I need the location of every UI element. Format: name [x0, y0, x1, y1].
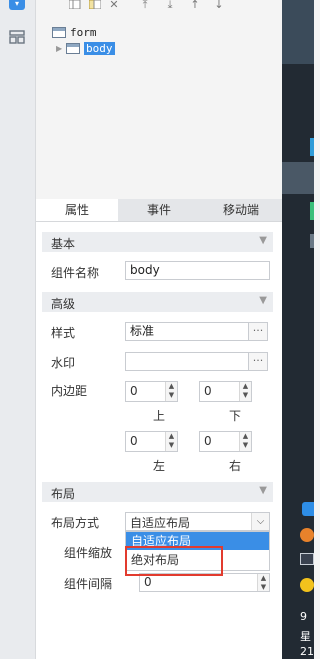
layout-icon[interactable] — [9, 29, 25, 45]
spin-up-icon[interactable]: ▲ — [240, 432, 251, 441]
component-zoom-label: 组件缩放 — [64, 546, 113, 560]
move-down-icon[interactable]: ↓ — [212, 0, 226, 10]
layout-mode-select[interactable]: 自适应布局 ⌵ — [125, 512, 270, 531]
toolbar: ✕ ⤒ ⤓ ↑ ↓ — [36, 0, 282, 14]
section-title: 布局 — [51, 487, 76, 501]
chevron-down-icon: ▼ — [259, 485, 267, 496]
tray-app-icon[interactable] — [302, 502, 314, 516]
padding-right-caption: 右 — [229, 459, 242, 473]
move-top-icon[interactable]: ⤒ — [138, 0, 152, 10]
highlight-annotation-box — [125, 546, 223, 576]
padding-top-value: 0 — [130, 384, 138, 398]
spin-down-icon[interactable]: ▼ — [258, 583, 269, 592]
tree-node-form[interactable]: form — [52, 24, 97, 40]
move-up-icon[interactable]: ↑ — [188, 0, 202, 10]
watermark-label: 水印 — [51, 356, 76, 370]
tab-properties[interactable]: 属性 — [36, 199, 118, 221]
panel-tabs: 属性 事件 移动端 — [36, 199, 282, 222]
taskbar-app-tile[interactable] — [282, 0, 314, 64]
padding-label: 内边距 — [51, 384, 88, 398]
delete-icon[interactable]: ✕ — [107, 0, 121, 10]
component-spacing-value: 0 — [144, 575, 152, 589]
clock-date: 21 — [300, 645, 314, 658]
spin-down-icon[interactable]: ▼ — [240, 441, 251, 450]
layout-mode-label: 布局方式 — [51, 516, 100, 530]
tray-app-icon[interactable] — [300, 578, 314, 592]
taskbar-accent-icon — [310, 138, 314, 156]
section-basic[interactable]: 基本 ▼ — [42, 232, 273, 252]
style-field[interactable]: 标准 — [125, 322, 249, 341]
tab-mobile[interactable]: 移动端 — [200, 199, 282, 221]
clock-time[interactable]: 9 — [300, 610, 314, 623]
padding-top-caption: 上 — [153, 409, 166, 423]
component-name-label: 组件名称 — [51, 266, 100, 280]
padding-bottom-value: 0 — [204, 384, 212, 398]
clock-weekday: 星 — [300, 630, 311, 643]
spin-up-icon[interactable]: ▲ — [258, 574, 269, 583]
property-list: 基本 ▼ 组件名称 body 高级 ▼ 样式 标准 ··· 水印 ··· 内边距… — [36, 222, 282, 659]
taskbar-slice: 9 星 21 — [282, 0, 314, 659]
widget-panel: ✕ ⤒ ⤓ ↑ ↓ form ▶ body 属性 事件 移动端 基本 ▼ 组件名… — [36, 0, 282, 659]
taskbar-accent-icon — [310, 234, 314, 248]
expand-arrow-icon[interactable]: ▶ — [56, 44, 66, 53]
tree-node-label: body — [84, 41, 115, 55]
spin-down-icon[interactable]: ▼ — [166, 441, 177, 450]
padding-bottom-spinner[interactable]: 0 ▲ ▼ — [199, 381, 252, 402]
component-name-field[interactable]: body — [125, 261, 270, 280]
tray-battery-icon[interactable] — [300, 553, 314, 565]
style-more-button[interactable]: ··· — [249, 322, 268, 341]
spin-up-icon[interactable]: ▲ — [166, 382, 177, 391]
padding-left-spinner[interactable]: 0 ▲ ▼ — [125, 431, 178, 452]
spin-up-icon[interactable]: ▲ — [240, 382, 251, 391]
left-tool-strip: ▾ — [0, 0, 36, 659]
spin-down-icon[interactable]: ▼ — [240, 391, 251, 400]
cut-icon[interactable] — [88, 0, 102, 10]
spin-up-icon[interactable]: ▲ — [166, 432, 177, 441]
body-icon — [66, 42, 80, 54]
style-label: 样式 — [51, 326, 76, 340]
section-title: 高级 — [51, 297, 76, 311]
tree-node-label: form — [70, 25, 97, 39]
watermark-more-button[interactable]: ··· — [249, 352, 268, 371]
padding-right-spinner[interactable]: 0 ▲ ▼ — [199, 431, 252, 452]
component-spacing-label: 组件间隔 — [64, 577, 113, 591]
chevron-down-icon: ▼ — [259, 295, 267, 306]
watermark-field[interactable] — [125, 352, 249, 371]
dropdown-toggle-icon[interactable]: ▾ — [9, 0, 25, 10]
move-bottom-icon[interactable]: ⤓ — [163, 0, 177, 10]
padding-top-spinner[interactable]: 0 ▲ ▼ — [125, 381, 178, 402]
tree-node-body[interactable]: ▶ body — [56, 40, 115, 56]
taskbar-accent-icon — [310, 202, 314, 220]
padding-bottom-caption: 下 — [229, 409, 242, 423]
tray-app-icon[interactable] — [300, 528, 314, 542]
layout-mode-value: 自适应布局 — [130, 516, 191, 530]
section-layout[interactable]: 布局 ▼ — [42, 482, 273, 502]
section-title: 基本 — [51, 237, 76, 251]
chevron-down-icon[interactable]: ⌵ — [251, 513, 269, 530]
tab-events[interactable]: 事件 — [118, 199, 200, 221]
taskbar-active-item[interactable] — [282, 162, 314, 194]
padding-left-value: 0 — [130, 434, 138, 448]
spin-down-icon[interactable]: ▼ — [166, 391, 177, 400]
padding-right-value: 0 — [204, 434, 212, 448]
padding-left-caption: 左 — [153, 459, 166, 473]
chevron-down-icon: ▼ — [259, 235, 267, 246]
form-icon — [52, 26, 66, 38]
section-advanced[interactable]: 高级 ▼ — [42, 292, 273, 312]
component-tree: form ▶ body — [36, 14, 282, 200]
copy-icon[interactable] — [68, 0, 82, 10]
